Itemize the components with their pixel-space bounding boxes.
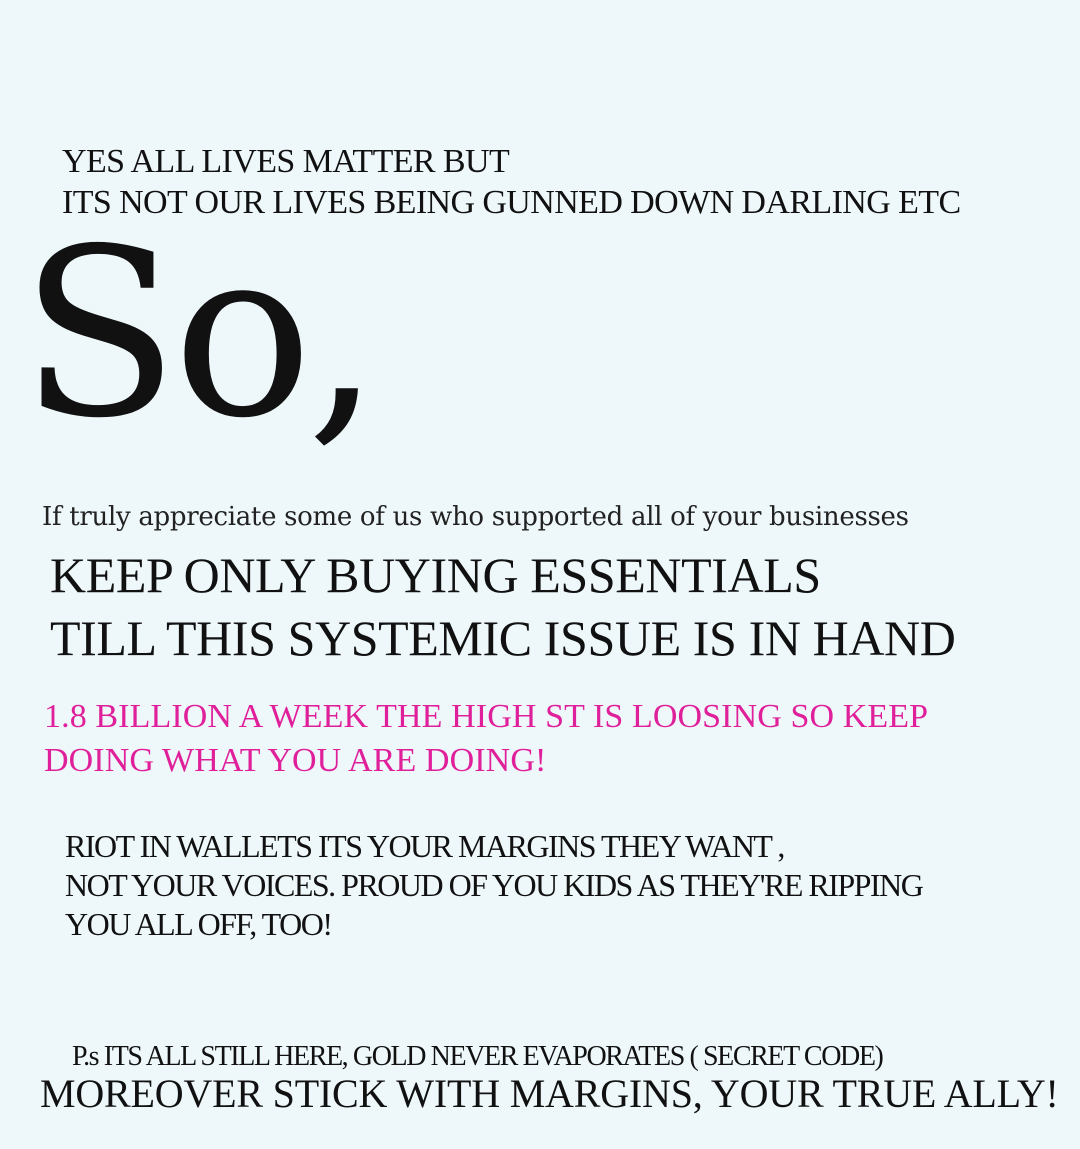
keep-line-1: KEEP ONLY BUYING ESSENTIALS [50, 547, 821, 603]
riot-line-2: NOT YOUR VOICES. PROUD OF YOU KIDS AS TH… [65, 867, 924, 903]
appreciate-text: If truly appreciate some of us who suppo… [42, 502, 909, 532]
closing-line: MOREOVER STICK WITH MARGINS, YOUR TRUE A… [40, 1071, 1059, 1116]
riot-line-1: RIOT IN WALLETS ITS YOUR MARGINS THEY WA… [65, 828, 785, 864]
riot-line-3: YOU ALL OFF, TOO! [65, 906, 333, 942]
highlight-line-2: DOING WHAT YOU ARE DOING! [44, 742, 547, 779]
keep-line-2: TILL THIS SYSTEMIC ISSUE IS IN HAND [50, 610, 956, 666]
headline-so: So, [20, 199, 380, 469]
ps-note: P.s ITS ALL STILL HERE, GOLD NEVER EVAPO… [72, 1041, 884, 1072]
intro-line-1: YES ALL LIVES MATTER BUT [62, 143, 510, 180]
highlight-line-1: 1.8 BILLION A WEEK THE HIGH ST IS LOOSIN… [44, 698, 929, 735]
